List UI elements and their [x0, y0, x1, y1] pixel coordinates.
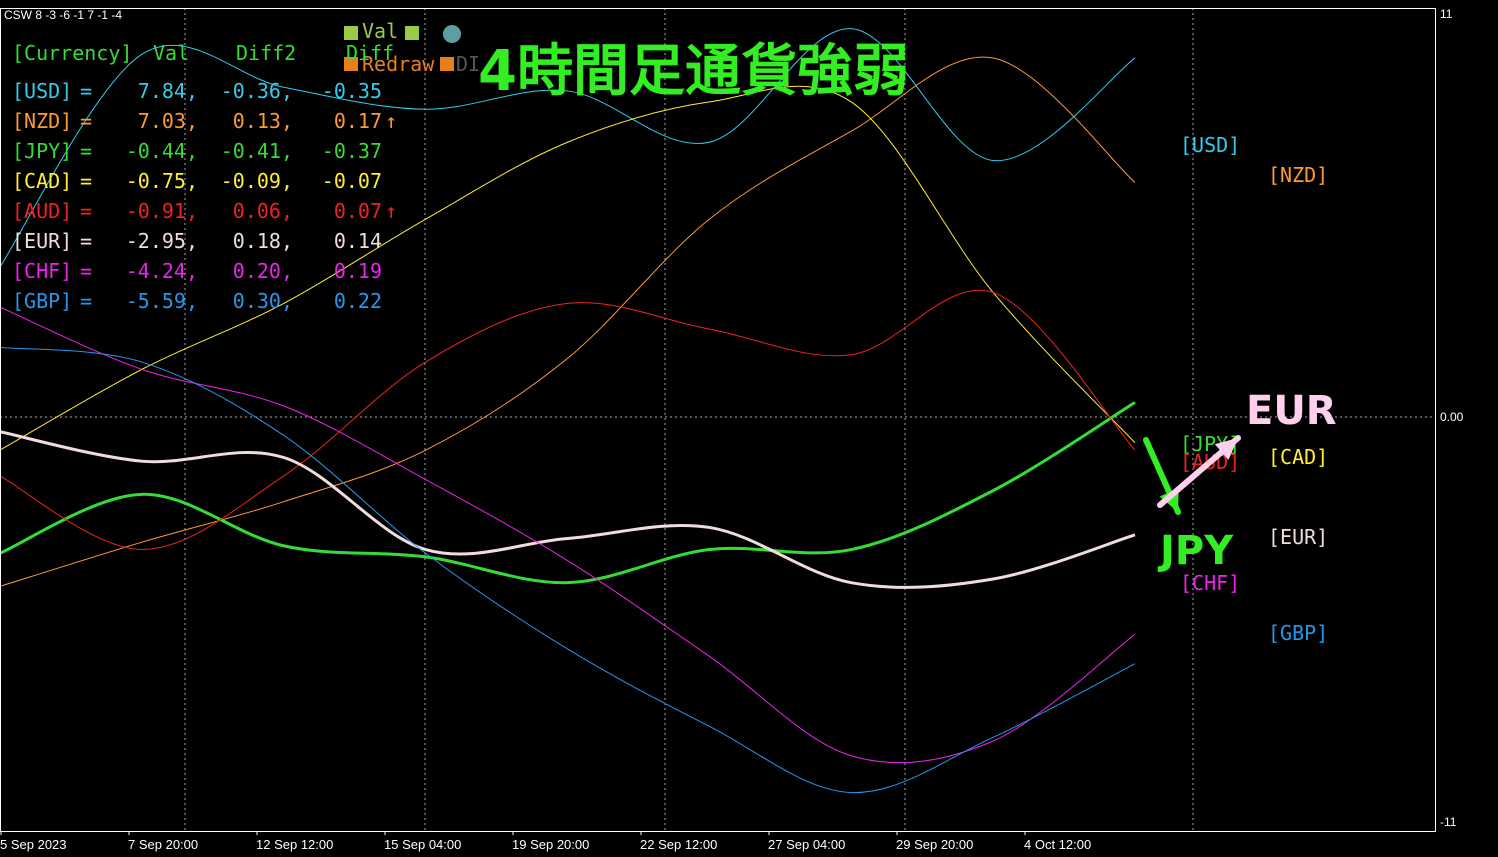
- table-cell-arrow: ↑: [385, 199, 398, 223]
- series-line-aud: [0, 289, 1136, 551]
- right-label-cad: [CAD]: [1268, 445, 1328, 469]
- table-cell-eq: =: [80, 229, 93, 253]
- table-cell-d2: 0.30,: [232, 289, 293, 313]
- x-tick-label: 4 Oct 12:00: [1024, 837, 1091, 852]
- table-cell-val: 7.84,: [137, 79, 198, 103]
- table-cell-d: 0.14: [333, 229, 382, 253]
- table-cell-val: -0.44,: [125, 139, 198, 163]
- table-cell-d: 0.17: [333, 109, 382, 133]
- table-cell-cur: [CAD]: [12, 169, 73, 193]
- x-tick-label: 12 Sep 12:00: [256, 837, 333, 852]
- diff-color-swatch[interactable]: [440, 57, 454, 71]
- x-tick-label: 22 Sep 12:00: [640, 837, 717, 852]
- table-cell-d: -0.37: [321, 139, 382, 163]
- right-label-nzd: [NZD]: [1268, 163, 1328, 187]
- axes: 11 0.00 -11 5 Sep 2023 7 Sep 20:00 12 Sep 12:…: [0, 7, 1464, 852]
- series-line-jpy: [0, 401, 1136, 585]
- x-tick-label: 5 Sep 2023: [0, 837, 67, 852]
- x-tick-label: 27 Sep 04:00: [768, 837, 845, 852]
- right-label-eur: [EUR]: [1268, 525, 1328, 549]
- series-line-chf: [0, 306, 1136, 764]
- table-cell-val: -5.59,: [125, 289, 198, 313]
- table-cell-eq: =: [80, 79, 93, 103]
- table-cell-d: 0.07: [333, 199, 382, 223]
- y-tick-label: -11: [1440, 815, 1457, 829]
- x-tick-label: 19 Sep 20:00: [512, 837, 589, 852]
- right-label-chf: [CHF]: [1180, 571, 1240, 595]
- grid: [0, 8, 1435, 831]
- series-line-eur: [0, 430, 1136, 589]
- table-cell-d: 0.19: [333, 259, 382, 283]
- table-cell-eq: =: [80, 169, 93, 193]
- table-cell-cur: [AUD]: [12, 199, 73, 223]
- table-cell-arrow: ↑: [385, 109, 398, 133]
- header-val: Val: [153, 41, 190, 65]
- header-diff2: Diff2: [236, 41, 297, 65]
- table-cell-val: -0.75,: [125, 169, 198, 193]
- val-color-swatch-2[interactable]: [405, 26, 419, 40]
- diff-button[interactable]: DI: [456, 49, 480, 79]
- table-cell-d: -0.35: [321, 79, 382, 103]
- table-cell-cur: [CHF]: [12, 259, 73, 283]
- y-tick-label: 0.00: [1440, 410, 1464, 424]
- table-cell-d2: -0.41,: [220, 139, 293, 163]
- x-tick-label: 7 Sep 20:00: [128, 837, 198, 852]
- right-label-usd: [USD]: [1180, 133, 1240, 157]
- table-cell-d2: -0.36,: [220, 79, 293, 103]
- table-cell-eq: =: [80, 259, 93, 283]
- table-cell-cur: [JPY]: [12, 139, 73, 163]
- table-cell-d2: 0.06,: [232, 199, 293, 223]
- table-cell-d2: 0.20,: [232, 259, 293, 283]
- table-cell-eq: =: [80, 199, 93, 223]
- eur-annotation: EUR: [1246, 388, 1337, 434]
- table-cell-cur: [NZD]: [12, 109, 73, 133]
- plot-frame: [0, 8, 1436, 832]
- circle-icon[interactable]: [443, 25, 461, 43]
- table-cell-val: -2.95,: [125, 229, 198, 253]
- table-cell-d2: 0.13,: [232, 109, 293, 133]
- header-diff: Diff: [346, 41, 395, 65]
- header-currency: [Currency]: [12, 41, 133, 65]
- x-tick-label: 15 Sep 04:00: [384, 837, 461, 852]
- table-cell-cur: [EUR]: [12, 229, 73, 253]
- table-cell-d: 0.22: [333, 289, 382, 313]
- y-tick-label: 11: [1440, 7, 1453, 21]
- table-cell-d2: -0.09,: [220, 169, 293, 193]
- table-cell-cur: [USD]: [12, 79, 73, 103]
- table-cell-eq: =: [80, 139, 93, 163]
- jpy-annotation: JPY: [1160, 528, 1234, 574]
- table-cell-d: -0.07: [321, 169, 382, 193]
- table-cell-val: -0.91,: [125, 199, 198, 223]
- right-label-gbp: [GBP]: [1268, 621, 1328, 645]
- table-cell-eq: =: [80, 109, 93, 133]
- table-cell-val: -4.24,: [125, 259, 198, 283]
- table-cell-val: 7.03,: [137, 109, 198, 133]
- series-line-gbp: [0, 346, 1136, 794]
- window-title: CSW 8 -3 -6 -1 7 -1 -4: [4, 8, 123, 22]
- table-cell-d2: 0.18,: [232, 229, 293, 253]
- table-cell-eq: =: [80, 289, 93, 313]
- page-title: 4時間足通貨強弱: [478, 39, 909, 104]
- x-tick-label: 29 Sep 20:00: [896, 837, 973, 852]
- table-cell-cur: [GBP]: [12, 289, 73, 313]
